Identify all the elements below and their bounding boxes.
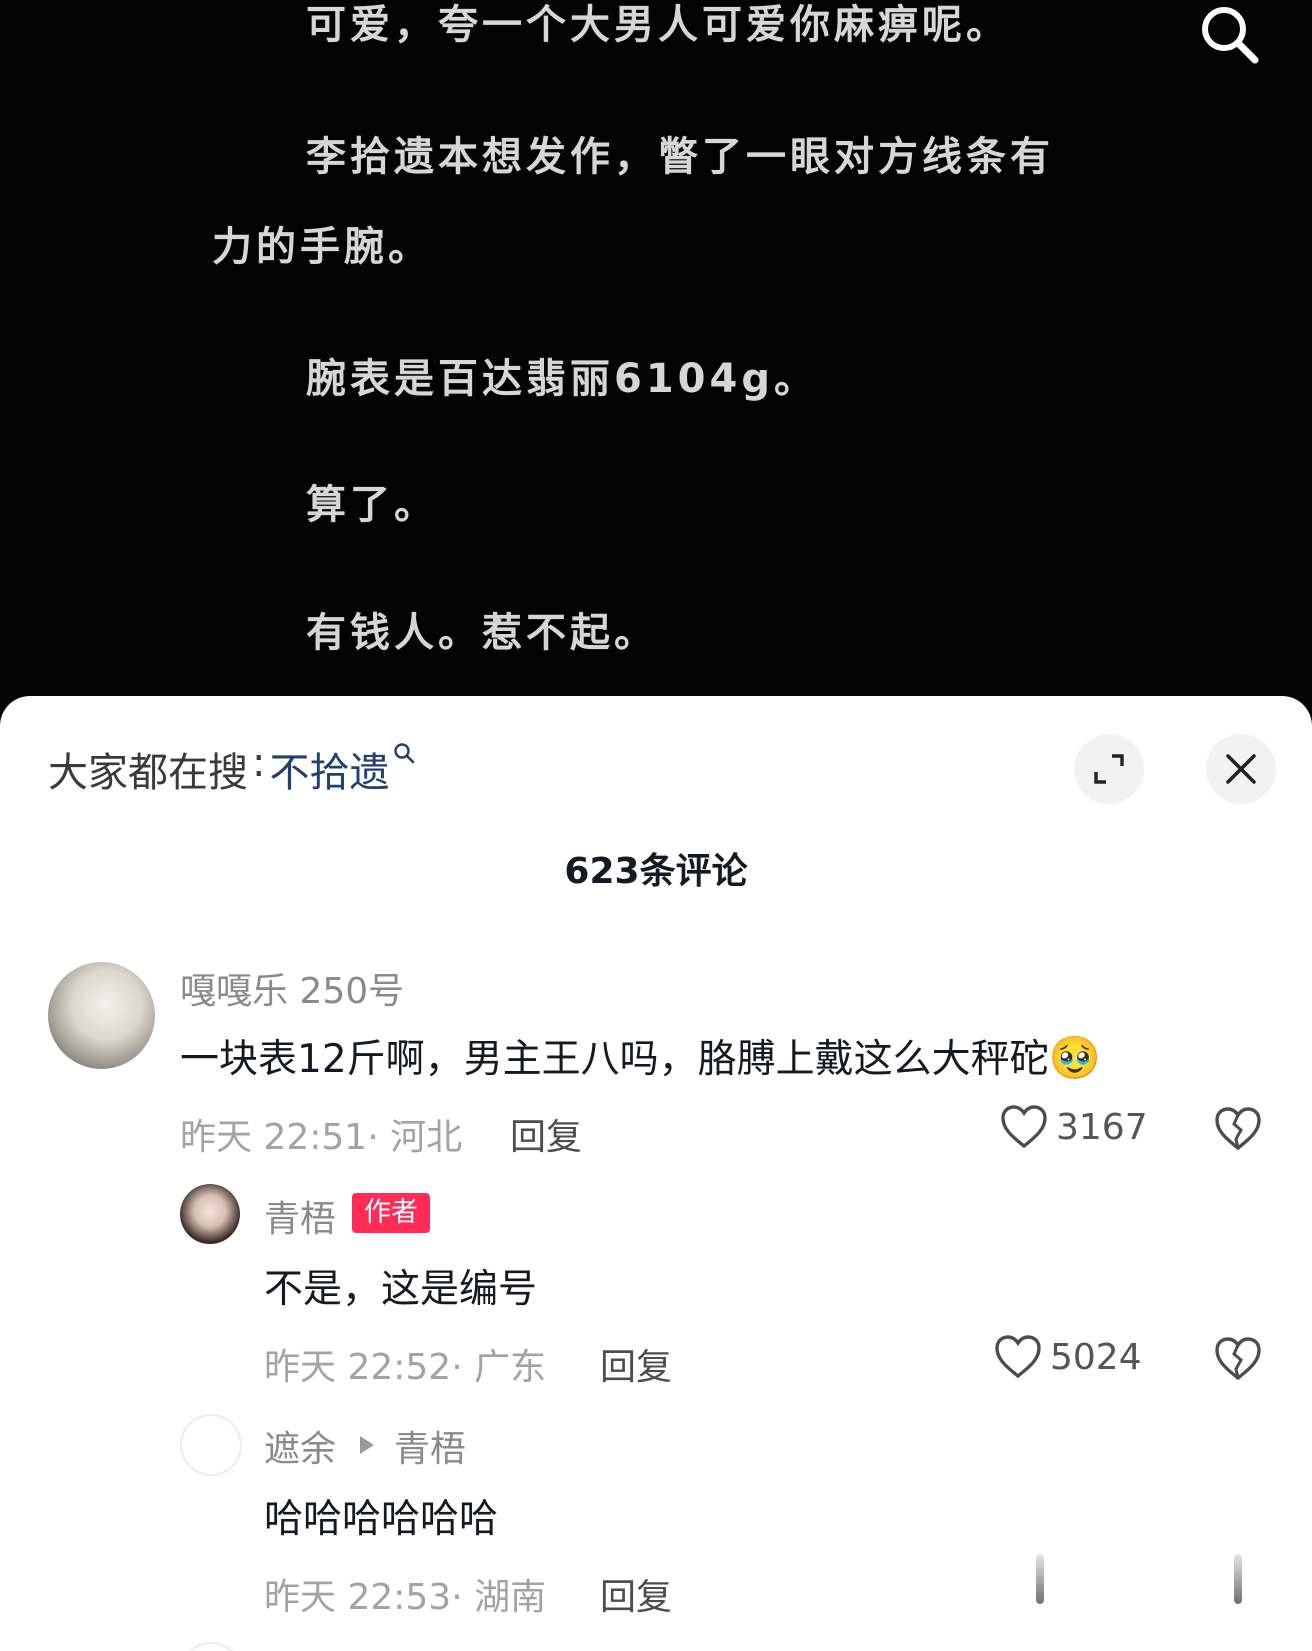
close-icon	[1226, 754, 1256, 784]
avatar[interactable]	[180, 1184, 240, 1244]
author-badge: 作者	[352, 1193, 430, 1233]
dislike-button-loading[interactable]	[1234, 1554, 1242, 1604]
like-button[interactable]: 3167	[1000, 1104, 1148, 1150]
hot-search-label: 大家都在搜	[48, 750, 248, 796]
comment-time: 昨天 22:53	[264, 1577, 452, 1618]
avatar[interactable]	[180, 1414, 242, 1476]
comment-text: 不是，这是编号	[264, 1267, 538, 1312]
comment-text: 一块表12斤啊，男主王八吗，胳膊上戴这么大秤砣🥹	[180, 1028, 1101, 1084]
emoji: 🥹	[1048, 1033, 1101, 1082]
heart-icon	[995, 1335, 1041, 1379]
like-count: 5024	[1050, 1336, 1142, 1378]
comment-username[interactable]: 嘎嘎乐 250号	[180, 962, 404, 1014]
expand-icon	[1094, 754, 1124, 784]
like-count: 3167	[1056, 1106, 1148, 1148]
story-paragraph: 腕表是百达翡丽6104g。	[306, 356, 818, 402]
broken-heart-icon[interactable]	[1214, 1106, 1262, 1152]
comment-meta: 昨天 22:53· 湖南	[264, 1568, 546, 1620]
comment-location: · 湖南	[451, 1577, 547, 1618]
story-paragraph: 算了。	[306, 482, 438, 528]
story-reader: 可爱，夸一个大男人可爱你麻痹呢。 李拾遗本想发作，瞥了一眼对方线条有 力的手腕。…	[0, 0, 1312, 720]
comment-username[interactable]: 遮余	[264, 1420, 336, 1472]
story-paragraph: 可爱，夸一个大男人可爱你麻痹呢。	[306, 2, 1010, 48]
broken-heart-icon[interactable]	[1214, 1336, 1262, 1382]
reply-to-username[interactable]: 青梧	[394, 1420, 466, 1472]
story-paragraph: 力的手腕。	[212, 224, 432, 270]
comment-location: · 广东	[451, 1347, 547, 1388]
avatar[interactable]	[48, 962, 155, 1069]
hot-search-term-link[interactable]: 不拾遗	[269, 740, 389, 798]
like-button[interactable]: 5024	[994, 1334, 1142, 1380]
story-paragraph: 有钱人。惹不起。	[306, 610, 658, 656]
close-button[interactable]	[1206, 734, 1276, 804]
search-icon	[1202, 7, 1259, 64]
story-paragraph: 李拾遗本想发作，瞥了一眼对方线条有	[306, 134, 1054, 180]
comment-time: 昨天 22:52	[264, 1347, 452, 1388]
heart-icon	[1001, 1105, 1047, 1149]
comment-location: · 河北	[367, 1117, 463, 1158]
comment-time: 昨天 22:51	[180, 1117, 368, 1158]
hot-search-separator: :	[252, 740, 266, 786]
hot-search-bar: 大家都在搜 : 不拾遗	[48, 740, 415, 798]
comment-text: 哈哈哈哈哈哈	[264, 1497, 499, 1542]
reply-button[interactable]: 回复	[600, 1338, 672, 1390]
comment-meta: 昨天 22:51· 河北	[180, 1108, 462, 1160]
reply-arrow-icon	[360, 1436, 374, 1454]
reply-button[interactable]: 回复	[600, 1568, 672, 1620]
comment-sheet: 大家都在搜 : 不拾遗 623条评论 嘎嘎乐 250号 一块表12斤啊，男主王八…	[0, 696, 1312, 1651]
comment-count-title: 623条评论	[564, 851, 748, 892]
avatar[interactable]	[180, 1642, 242, 1651]
comment-meta: 昨天 22:52· 广东	[264, 1338, 546, 1390]
reply-button[interactable]: 回复	[510, 1108, 582, 1160]
like-button-loading[interactable]	[1036, 1554, 1044, 1604]
expand-button[interactable]	[1074, 734, 1144, 804]
search-button[interactable]	[1196, 0, 1264, 70]
comment-username[interactable]: 青梧	[264, 1190, 336, 1242]
comment-text-content: 一块表12斤啊，男主王八吗，胳膊上戴这么大秤砣	[180, 1037, 1049, 1082]
small-search-icon	[394, 743, 415, 764]
